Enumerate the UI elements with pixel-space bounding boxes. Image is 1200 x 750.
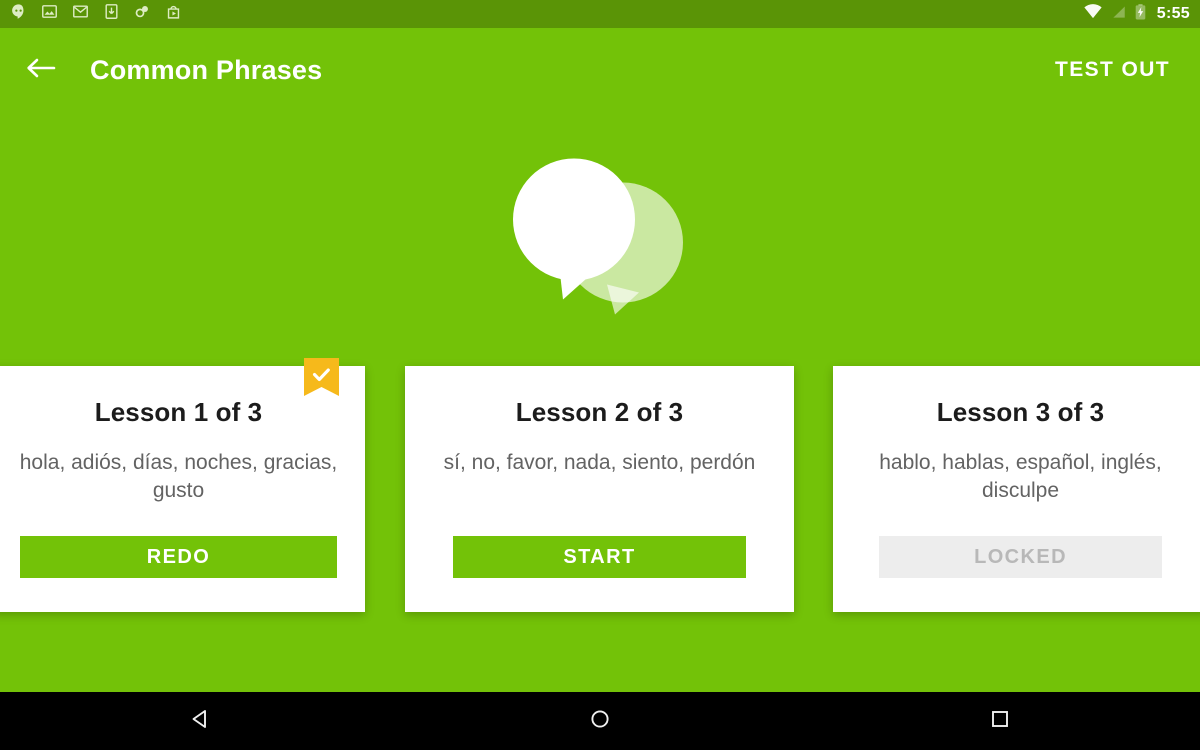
lesson-card[interactable]: Lesson 3 of 3 hablo, hablas, español, in… (833, 366, 1200, 612)
lesson-title: Lesson 3 of 3 (936, 397, 1105, 427)
status-bar-clock: 5:55 (1156, 5, 1190, 22)
hangouts-icon (10, 3, 27, 25)
arrow-left-icon (26, 57, 56, 84)
triangle-back-icon (189, 708, 211, 735)
circle-home-icon (589, 708, 611, 735)
back-button[interactable] (24, 53, 58, 87)
app-bar: Common Phrases TEST OUT (0, 28, 1200, 112)
android-status-bar: 5:55 (0, 0, 1200, 28)
square-recents-icon (989, 708, 1011, 735)
lesson-card[interactable]: Lesson 2 of 3 sí, no, favor, nada, sient… (405, 366, 794, 612)
lesson-card-list: Lesson 1 of 3 hola, adiós, días, noches,… (0, 358, 1200, 614)
lesson-card[interactable]: Lesson 1 of 3 hola, adiós, días, noches,… (0, 358, 365, 612)
android-nav-bar (0, 692, 1200, 750)
speech-bubbles-icon (511, 156, 689, 321)
recents-nav-button[interactable] (800, 692, 1200, 750)
status-bar-system-icons: 5:55 (1084, 3, 1190, 25)
link-icon (134, 3, 151, 25)
lesson-words: hola, adiós, días, noches, gracias, gust… (19, 450, 338, 502)
completed-ribbon-icon (304, 358, 339, 404)
photos-icon (41, 3, 58, 25)
wifi-icon (1084, 4, 1102, 24)
back-nav-button[interactable] (0, 692, 400, 750)
battery-charging-icon (1135, 3, 1146, 25)
lesson-words: sí, no, favor, nada, siento, perdón (443, 450, 756, 474)
hero-banner (0, 112, 1200, 365)
cell-signal-icon (1111, 4, 1126, 24)
gmail-icon (72, 3, 89, 25)
lesson-title: Lesson 2 of 3 (515, 397, 684, 427)
home-nav-button[interactable] (400, 692, 800, 750)
lesson-action-button: LOCKED (879, 536, 1162, 578)
page-title: Common Phrases (90, 54, 323, 85)
test-out-button[interactable]: TEST OUT (1051, 52, 1174, 88)
app-root: 5:55 Common Phrases TEST OUT Lesson 1 of… (0, 0, 1200, 750)
status-bar-notification-icons (10, 3, 182, 25)
lesson-action-button[interactable]: REDO (20, 536, 337, 578)
download-icon (103, 3, 120, 25)
lesson-words: hablo, hablas, español, inglés, disculpe (879, 450, 1162, 502)
play-store-icon (165, 3, 182, 25)
lesson-action-button[interactable]: START (453, 536, 746, 578)
